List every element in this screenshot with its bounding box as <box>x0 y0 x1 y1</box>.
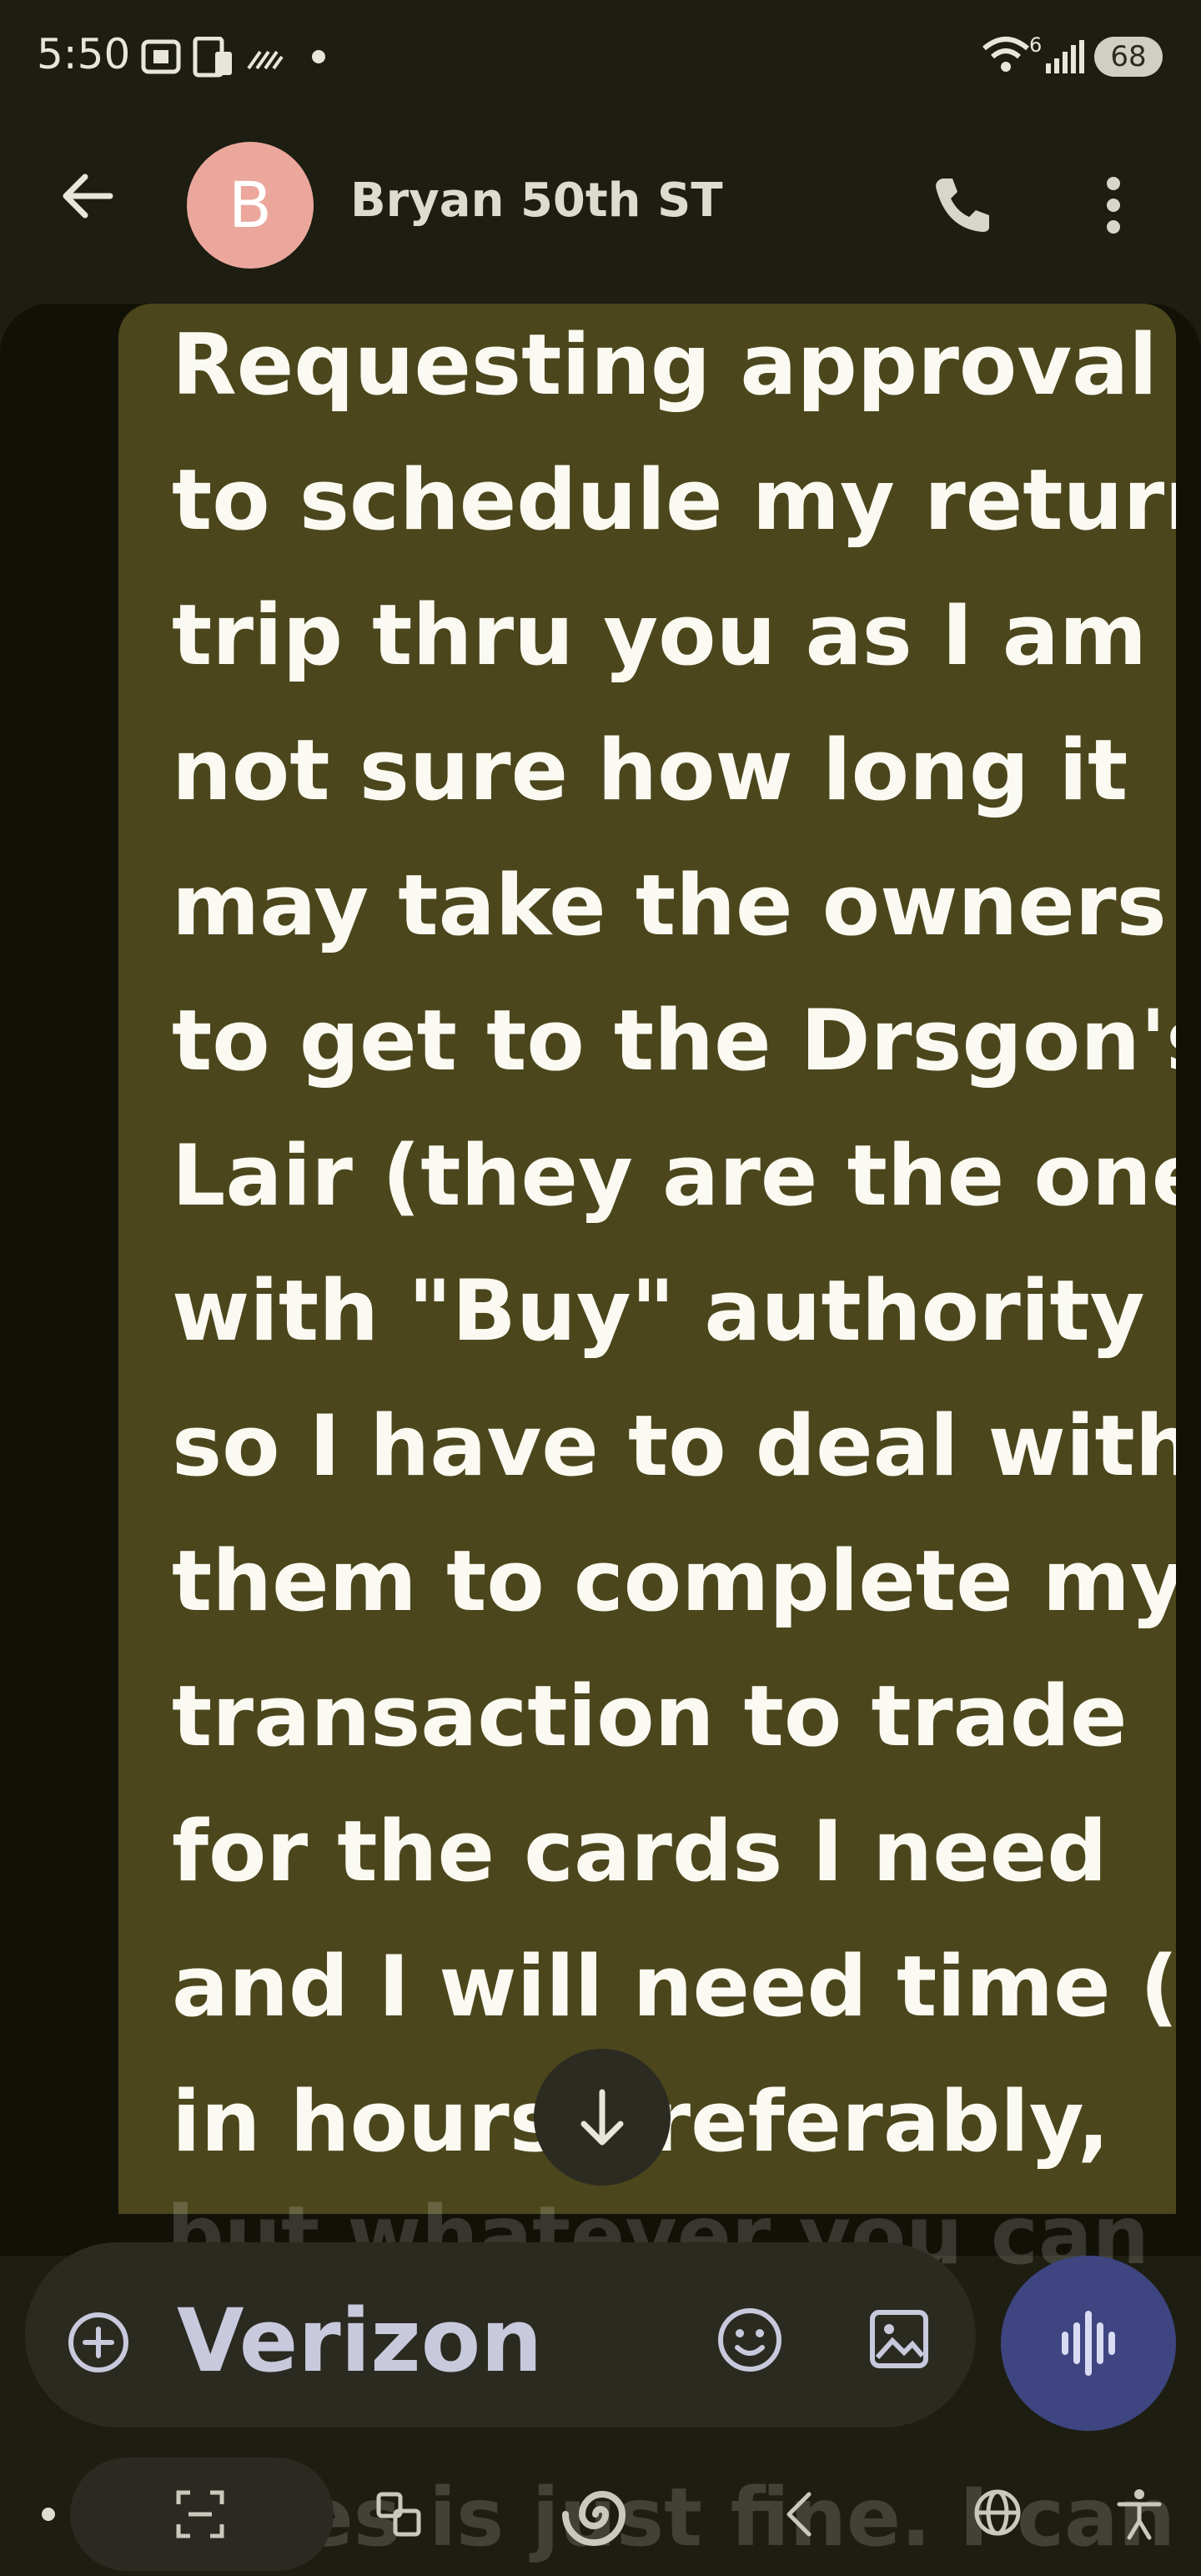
contact-name[interactable]: Bryan 50th ST <box>350 174 723 228</box>
avatar-letter: B <box>228 168 273 242</box>
phone-icon[interactable] <box>927 172 994 239</box>
dot-icon <box>42 2508 55 2521</box>
message-line: so I have to deal with <box>172 1396 1176 1495</box>
message-line: Lair (they are the ones <box>172 1126 1176 1225</box>
signal-icon <box>1046 40 1084 73</box>
message-line: may take the owners <box>172 856 1167 954</box>
add-attachment-icon[interactable] <box>67 2311 130 2374</box>
phone-sync-icon <box>193 37 232 78</box>
message-thread[interactable]: Requesting approval to schedule my retur… <box>0 304 1201 2256</box>
data-saver-icon <box>247 50 284 70</box>
arrow-down-icon <box>580 2089 624 2146</box>
scan-icon[interactable] <box>175 2489 225 2539</box>
screenshot-icon <box>141 39 181 74</box>
message-text: Requesting approval to schedule my retur… <box>172 304 1176 2189</box>
gallery-icon[interactable] <box>867 2307 931 2371</box>
message-line: transaction to trade <box>172 1667 1128 1765</box>
translate-icon[interactable] <box>375 2491 422 2538</box>
status-time: 5:50 <box>37 30 131 78</box>
message-line: not sure how long it <box>172 721 1128 819</box>
back-arrow-icon[interactable] <box>58 167 117 225</box>
globe-icon[interactable] <box>972 2488 1023 2538</box>
svg-text:6: 6 <box>1029 33 1042 57</box>
message-bubble[interactable]: Requesting approval to schedule my retur… <box>118 304 1176 2214</box>
voice-message-button[interactable] <box>1001 2256 1176 2431</box>
message-line: them to complete my <box>172 1532 1176 1630</box>
scroll-to-bottom-button[interactable] <box>534 2049 671 2186</box>
emoji-icon[interactable] <box>716 2306 784 2374</box>
avatar[interactable]: B <box>187 142 314 269</box>
message-line: with "Buy" authority <box>172 1261 1145 1360</box>
dot-icon <box>312 50 325 63</box>
status-bar: 5:50 6 68 <box>0 0 1201 117</box>
message-line: for the cards I need <box>172 1802 1108 1900</box>
message-input[interactable] <box>175 2289 679 2392</box>
message-line: trip thru you as I am <box>172 586 1148 684</box>
swirl-icon[interactable] <box>560 2474 641 2554</box>
message-line: to get to the Drsgon's <box>172 991 1176 1089</box>
more-options-icon[interactable] <box>1093 172 1134 239</box>
message-line: and I will need time (as <box>172 1937 1176 2035</box>
wifi-icon: 6 <box>982 33 1042 72</box>
battery-icon: 68 <box>1094 37 1163 77</box>
accessibility-icon[interactable] <box>1114 2488 1164 2541</box>
back-icon[interactable] <box>782 2489 816 2539</box>
message-line: to schedule my return <box>172 450 1176 549</box>
waveform-icon <box>1062 2311 1115 2376</box>
message-line: Requesting approval <box>172 315 1158 414</box>
